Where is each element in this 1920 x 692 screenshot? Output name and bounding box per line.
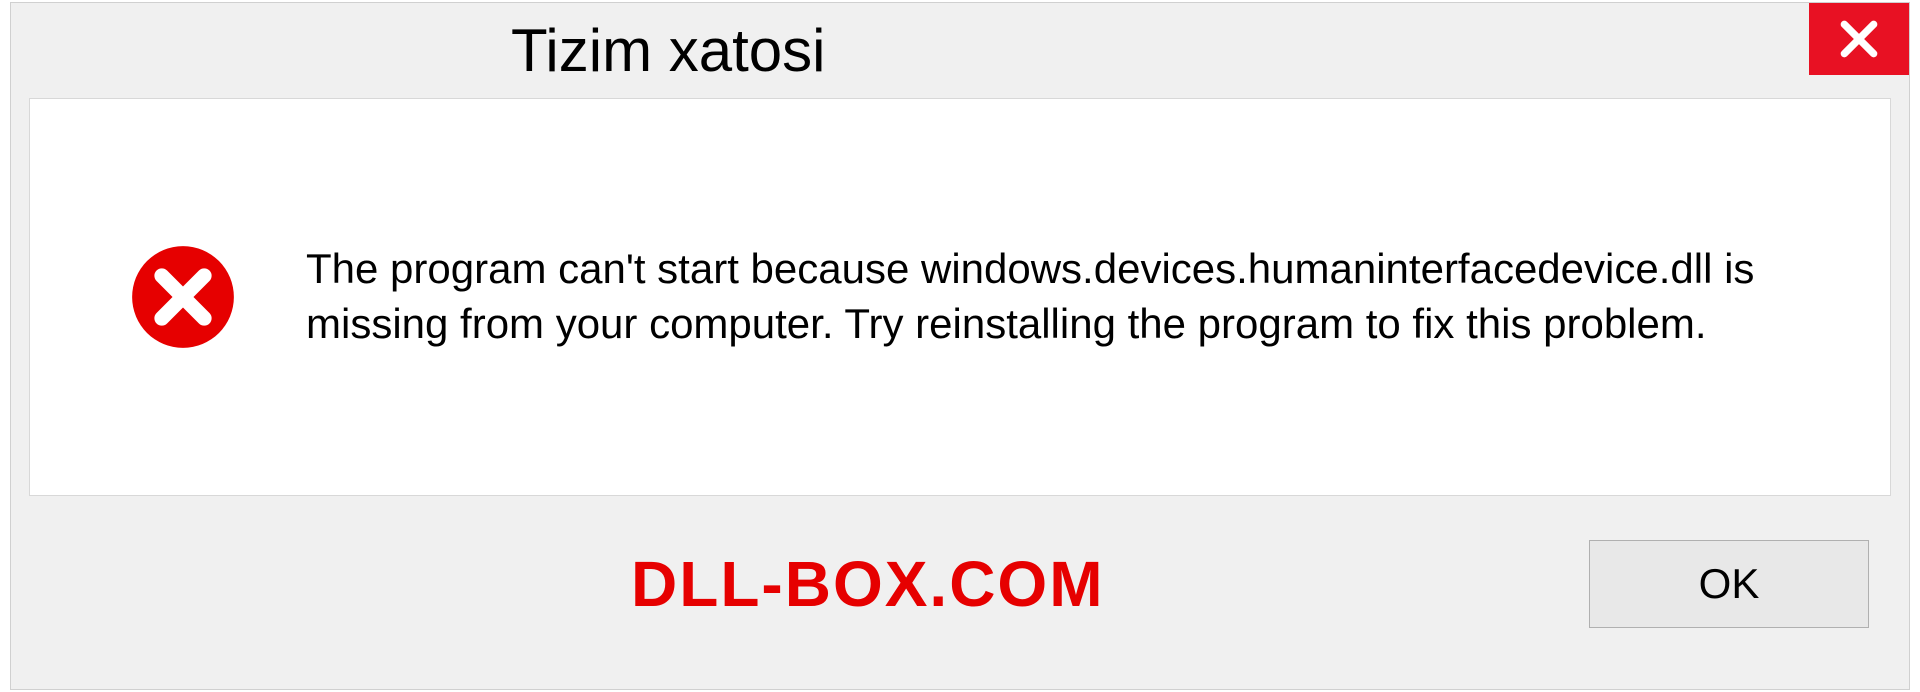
brand-label: DLL-BOX.COM (631, 547, 1105, 621)
titlebar: Tizim xatosi (11, 3, 1909, 98)
dialog-title: Tizim xatosi (511, 16, 825, 85)
close-button[interactable] (1809, 3, 1909, 75)
ok-button[interactable]: OK (1589, 540, 1869, 628)
dialog-footer: DLL-BOX.COM OK (11, 496, 1909, 671)
error-dialog: Tizim xatosi The program can't start bec… (10, 2, 1910, 690)
close-icon (1837, 17, 1881, 61)
error-icon (130, 244, 236, 350)
error-message: The program can't start because windows.… (306, 242, 1830, 351)
content-panel: The program can't start because windows.… (29, 98, 1891, 496)
